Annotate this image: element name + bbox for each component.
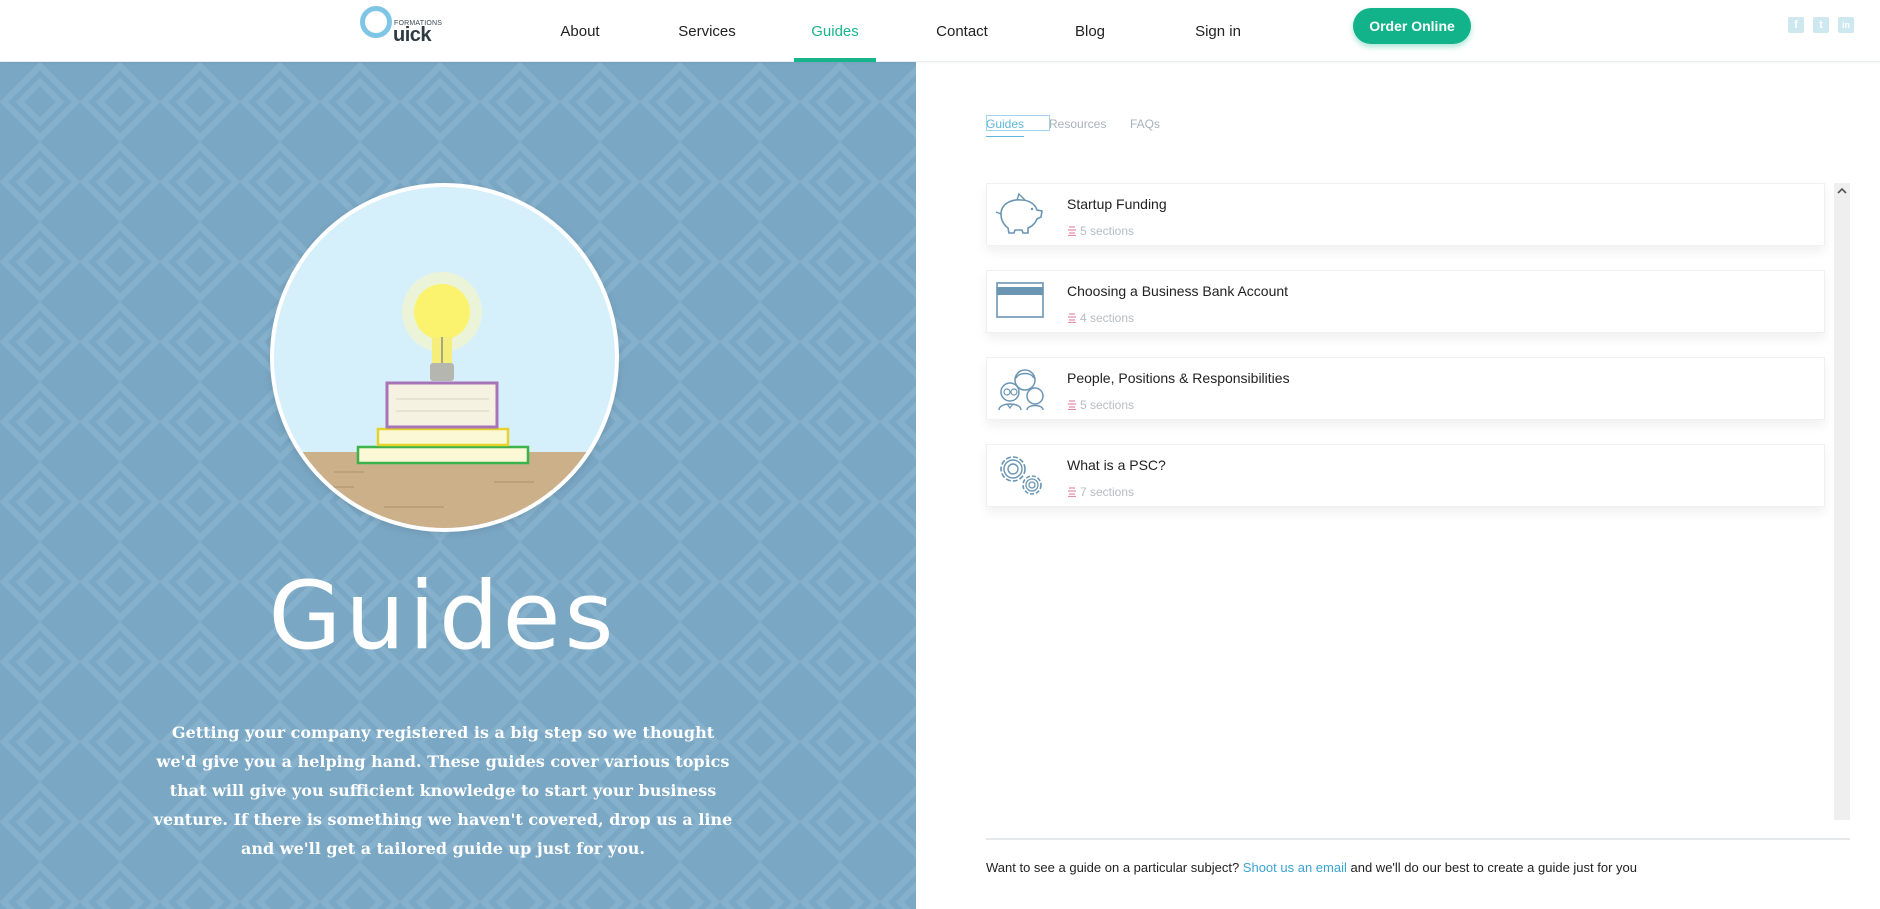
guide-card-people-positions[interactable]: People, Positions & Responsibilities 5 s…: [986, 357, 1825, 420]
nav-blog[interactable]: Blog: [1050, 0, 1130, 62]
guide-sections-label: 4 sections: [1080, 311, 1135, 325]
email-link[interactable]: Shoot us an email: [1243, 860, 1347, 875]
linkedin-icon[interactable]: in: [1838, 17, 1854, 33]
guide-title: People, Positions & Responsibilities: [1067, 370, 1290, 386]
sections-icon: [1068, 226, 1076, 236]
order-online-button[interactable]: Order Online: [1353, 8, 1471, 44]
gears-icon: [1000, 456, 1042, 495]
tab-faqs[interactable]: FAQs: [1130, 115, 1160, 137]
twitter-icon[interactable]: t: [1813, 17, 1829, 33]
facebook-icon[interactable]: f: [1788, 17, 1804, 33]
guide-section-count: 5 sections: [1067, 398, 1134, 412]
scroll-up-arrow-icon[interactable]: [1834, 183, 1850, 199]
lightbulb-books-illustration: [270, 183, 619, 532]
guide-section-count: 7 sections: [1067, 485, 1134, 499]
site-header: FORMATIONS uick About Services Guides Co…: [0, 0, 1880, 62]
guide-title: Choosing a Business Bank Account: [1067, 283, 1289, 299]
nav-sign-in[interactable]: Sign in: [1178, 0, 1258, 62]
guide-section-count: 5 sections: [1067, 224, 1134, 238]
people-icon: [998, 369, 1044, 411]
logo[interactable]: FORMATIONS uick: [360, 6, 442, 46]
guide-sections-label: 7 sections: [1080, 485, 1135, 499]
footer-request-text: Want to see a guide on a particular subj…: [986, 860, 1637, 875]
guide-sections-label: 5 sections: [1080, 224, 1135, 238]
guide-title: Startup Funding: [1067, 196, 1167, 212]
footer-text-after: and we'll do our best to create a guide …: [1350, 860, 1638, 875]
sections-icon: [1068, 400, 1076, 410]
guide-section-count: 4 sections: [1067, 311, 1134, 325]
footer-divider: [986, 838, 1850, 840]
piggy-bank-icon: [995, 192, 1043, 234]
logo-q-ring: [360, 6, 392, 38]
hero-description: Getting your company registered is a big…: [153, 723, 733, 858]
hero-panel: Guides Getting your company registered i…: [0, 62, 916, 909]
guide-title: What is a PSC?: [1067, 457, 1166, 473]
logo-word: uick: [393, 24, 432, 46]
guide-card-what-is-psc[interactable]: What is a PSC? 7 sections: [986, 444, 1825, 507]
nav-guides[interactable]: Guides: [794, 0, 876, 62]
sections-icon: [1068, 313, 1076, 323]
sections-icon: [1068, 487, 1076, 497]
footer-text-before: Want to see a guide on a particular subj…: [986, 860, 1240, 875]
guide-card-startup-funding[interactable]: Startup Funding 5 sections: [986, 183, 1825, 246]
guide-card-business-bank-account[interactable]: Choosing a Business Bank Account 4 secti…: [986, 270, 1825, 333]
tab-resources[interactable]: Resources: [1049, 115, 1106, 137]
guide-sections-label: 5 sections: [1080, 398, 1135, 412]
guide-list-scrollbar[interactable]: [1834, 183, 1850, 820]
nav-about[interactable]: About: [540, 0, 620, 62]
nav-services[interactable]: Services: [667, 0, 747, 62]
tab-guides[interactable]: Guides: [986, 115, 1051, 137]
nav-contact[interactable]: Contact: [922, 0, 1002, 62]
bank-card-icon: [996, 282, 1044, 318]
hero-title: Guides: [268, 562, 618, 671]
